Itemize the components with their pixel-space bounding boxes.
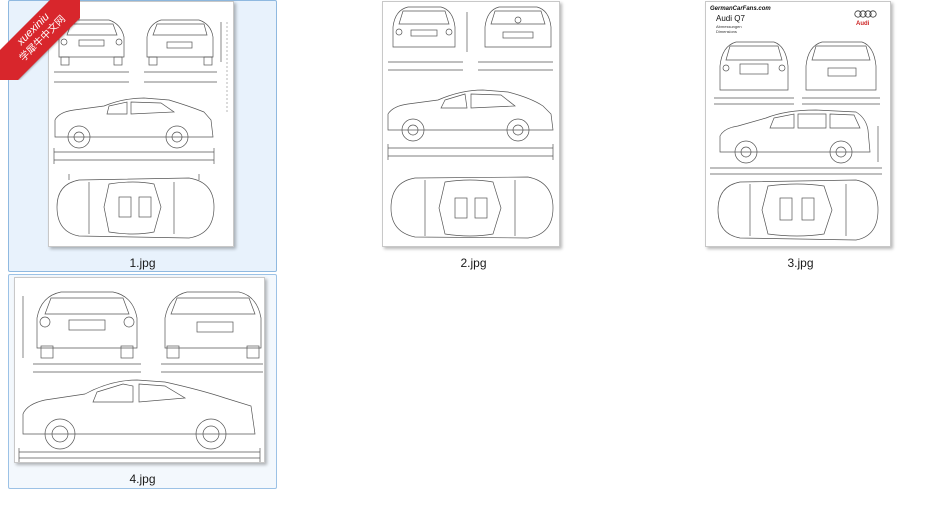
file-name-4[interactable]: 4.jpg <box>9 472 276 486</box>
file-item-2[interactable]: 2.jpg <box>339 0 608 272</box>
file-name-3[interactable]: 3.jpg <box>667 256 934 270</box>
subtitle-2: Dimensions <box>716 29 737 34</box>
car-blueprint-thumbnail <box>382 1 560 247</box>
file-grid: xuexiniu 学犀牛中文网 1.jpg 2.jpg GermanCarFan… <box>0 0 940 520</box>
site-title: GermanCarFans.com <box>710 6 771 12</box>
file-item-4[interactable]: 4.jpg <box>8 274 277 489</box>
file-item-3[interactable]: GermanCarFans.com Audi Q7 Abmessungen Di… <box>666 0 935 272</box>
watermark-ribbon: xuexiniu 学犀牛中文网 <box>0 0 80 80</box>
file-name-2[interactable]: 2.jpg <box>340 256 607 270</box>
car-blueprint-thumbnail: GermanCarFans.com Audi Q7 Abmessungen Di… <box>705 1 891 247</box>
car-blueprint-thumbnail <box>14 277 265 463</box>
audi-rings-icon <box>854 10 877 18</box>
file-name-1[interactable]: 1.jpg <box>9 256 276 270</box>
model-title: Audi Q7 <box>716 14 745 23</box>
brand-label: Audi <box>856 21 870 27</box>
